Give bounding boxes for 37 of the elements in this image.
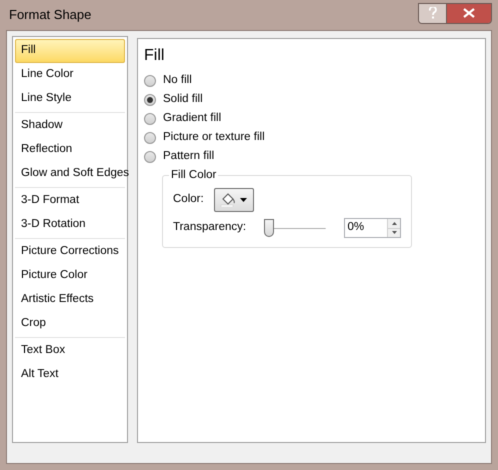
spin-up-icon[interactable] [388,219,400,228]
color-label: Color: [173,192,204,208]
radio-button[interactable] [144,94,156,106]
help-button[interactable] [419,4,447,22]
radio-button[interactable] [144,74,156,86]
window-title: Format Shape [9,6,92,24]
category-item[interactable]: Picture Corrections [15,240,125,264]
radio-button[interactable] [144,150,156,162]
radio-label: Solid fill [163,92,203,107]
paint-bucket-icon [220,193,236,207]
slider-thumb[interactable] [264,219,274,237]
category-item[interactable]: 3-D Rotation [15,213,125,237]
transparency-label: Transparency: [173,220,248,236]
help-icon [428,7,436,19]
category-item[interactable]: Line Color [15,63,125,87]
radio-label: Gradient fill [163,110,222,126]
radio-label: Picture or texture fill [163,130,265,145]
category-item[interactable]: 3-D Format [15,189,125,213]
radio-button[interactable] [144,132,156,144]
color-picker-button[interactable] [214,188,254,212]
section-heading: Fill [144,46,166,66]
category-item[interactable]: Alt Text [15,363,125,387]
close-button[interactable] [447,4,491,22]
category-item[interactable]: Reflection [15,138,125,162]
close-icon [463,8,475,18]
category-item[interactable]: Artistic Effects [15,288,125,312]
category-item[interactable]: Text Box [15,339,125,363]
radio-label: Pattern fill [163,148,214,164]
category-item[interactable]: Fill [15,39,125,63]
category-item[interactable]: Picture Color [15,264,125,288]
radio-label: No fill [163,72,192,88]
category-item[interactable]: Shadow [15,114,125,138]
category-item[interactable]: Line Style [15,87,125,111]
caret-icon [240,198,248,202]
radio-button[interactable] [144,112,156,124]
category-item[interactable]: Crop [15,312,125,336]
transparency-field[interactable]: 0% [344,218,401,238]
